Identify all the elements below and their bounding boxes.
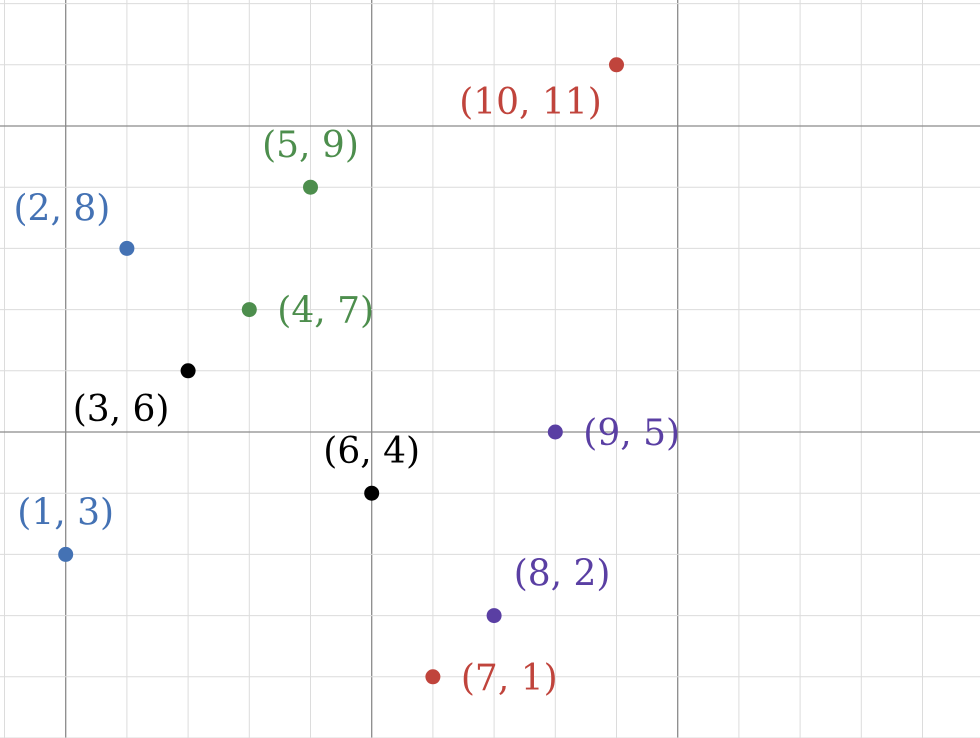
point-label-3-6: (3, 6) bbox=[73, 389, 170, 430]
point-label-8-2: (8, 2) bbox=[514, 554, 611, 595]
series-1: (5, 9) (4, 7) bbox=[241, 125, 374, 332]
scatter-plot: (2, 8) (1, 3) (5, 9) (4, 7) (3, 6) (6, 4) (9, … bbox=[0, 0, 980, 738]
point-2-8 bbox=[119, 240, 135, 256]
point-label-2-8: (2, 8) bbox=[14, 188, 111, 229]
series-3: (9, 5) (8, 2) bbox=[486, 413, 680, 624]
point-label-10-11: (10, 11) bbox=[459, 82, 602, 123]
series-0: (2, 8) (1, 3) bbox=[14, 188, 135, 562]
point-label-5-9: (5, 9) bbox=[262, 125, 359, 166]
point-10-11 bbox=[609, 57, 624, 73]
point-label-9-5: (9, 5) bbox=[583, 413, 680, 454]
point-9-5 bbox=[547, 424, 563, 440]
point-label-1-3: (1, 3) bbox=[17, 492, 114, 533]
point-6-4 bbox=[364, 485, 380, 501]
point-8-2 bbox=[486, 608, 502, 624]
point-3-6 bbox=[180, 363, 196, 379]
point-1-3 bbox=[58, 546, 74, 562]
point-label-7-1: (7, 1) bbox=[461, 658, 558, 699]
point-label-6-4: (6, 4) bbox=[323, 431, 420, 472]
point-label-4-7: (4, 7) bbox=[277, 291, 374, 332]
series-4: (10, 11) (7, 1) bbox=[425, 57, 624, 699]
point-5-9 bbox=[303, 179, 318, 195]
point-4-7 bbox=[241, 302, 257, 318]
points: (2, 8) (1, 3) (5, 9) (4, 7) (3, 6) (6, 4) (9, … bbox=[14, 57, 680, 699]
point-7-1 bbox=[425, 669, 441, 685]
